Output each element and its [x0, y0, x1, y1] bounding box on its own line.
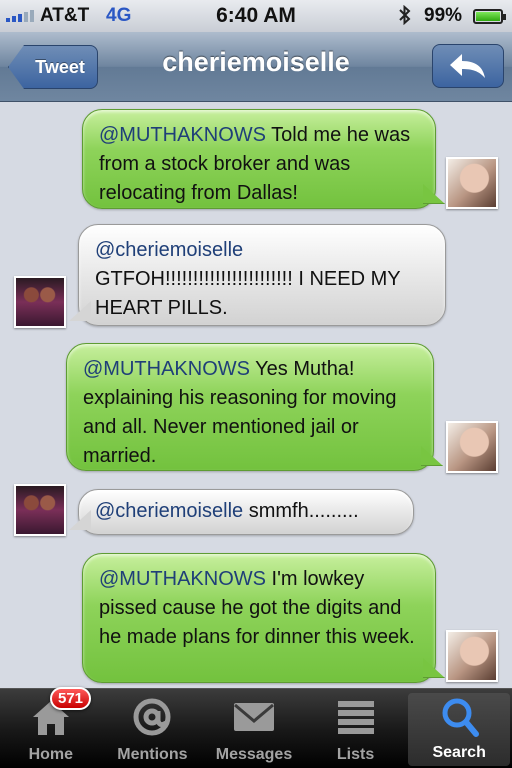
- message-bubble: @MUTHAKNOWS Told me he was from a stock …: [82, 109, 445, 209]
- envelope-icon: [233, 703, 274, 731]
- avatar[interactable]: [14, 484, 66, 536]
- battery-percentage: 99%: [424, 5, 463, 26]
- at-icon: [133, 698, 171, 736]
- message-bubble: @cheriemoiselle smmfh.........: [69, 489, 414, 535]
- navigation-bar: Tweet cheriemoiselle: [0, 32, 512, 102]
- bluetooth-icon: [398, 4, 412, 30]
- back-button[interactable]: Tweet: [8, 45, 98, 89]
- message-mention[interactable]: @cheriemoiselle: [95, 239, 243, 261]
- reply-button[interactable]: [432, 44, 504, 88]
- message-mention[interactable]: @MUTHAKNOWS: [83, 358, 250, 380]
- message-text: smmfh.........: [243, 500, 359, 522]
- tab-label: Mentions: [117, 746, 188, 763]
- tab-label: Messages: [215, 746, 293, 763]
- tab-lists[interactable]: Lists: [305, 689, 407, 768]
- message-bubble: @MUTHAKNOWS I'm lowkey pissed cause he g…: [82, 553, 445, 683]
- avatar[interactable]: [446, 157, 498, 209]
- tab-label: Search: [432, 744, 486, 761]
- list-icon: [337, 701, 374, 734]
- search-icon: [442, 698, 480, 737]
- message-mention[interactable]: @MUTHAKNOWS: [99, 124, 266, 146]
- tab-messages[interactable]: Messages: [203, 689, 305, 768]
- conversation-thread[interactable]: @MUTHAKNOWS Told me he was from a stock …: [0, 103, 512, 688]
- tab-mentions[interactable]: Mentions: [102, 689, 204, 768]
- message-bubble: @MUTHAKNOWS Yes Mutha! explaining his re…: [66, 343, 443, 471]
- status-bar: AT&T 4G 6:40 AM 99%: [0, 0, 512, 32]
- tab-home[interactable]: 571 Home: [0, 687, 102, 768]
- tab-search[interactable]: Search: [408, 693, 510, 766]
- tab-label: Home: [28, 746, 74, 763]
- page-title: cheriemoiselle: [162, 47, 350, 77]
- message-mention[interactable]: @cheriemoiselle: [95, 500, 243, 522]
- tab-label: Lists: [336, 746, 375, 763]
- message-mention[interactable]: @MUTHAKNOWS: [99, 568, 266, 590]
- message-text: GTFOH!!!!!!!!!!!!!!!!!!!!!!! I NEED MY H…: [95, 268, 401, 319]
- avatar[interactable]: [446, 421, 498, 473]
- avatar[interactable]: [14, 276, 66, 328]
- reply-arrow-icon: [450, 54, 485, 78]
- message-bubble: @cheriemoiselle GTFOH!!!!!!!!!!!!!!!!!!!…: [69, 224, 446, 326]
- notification-badge: 571: [50, 687, 92, 710]
- tab-bar: 571 Home Mentions Messages Lists Search: [0, 687, 512, 768]
- battery-icon: [473, 9, 506, 24]
- avatar[interactable]: [446, 630, 498, 682]
